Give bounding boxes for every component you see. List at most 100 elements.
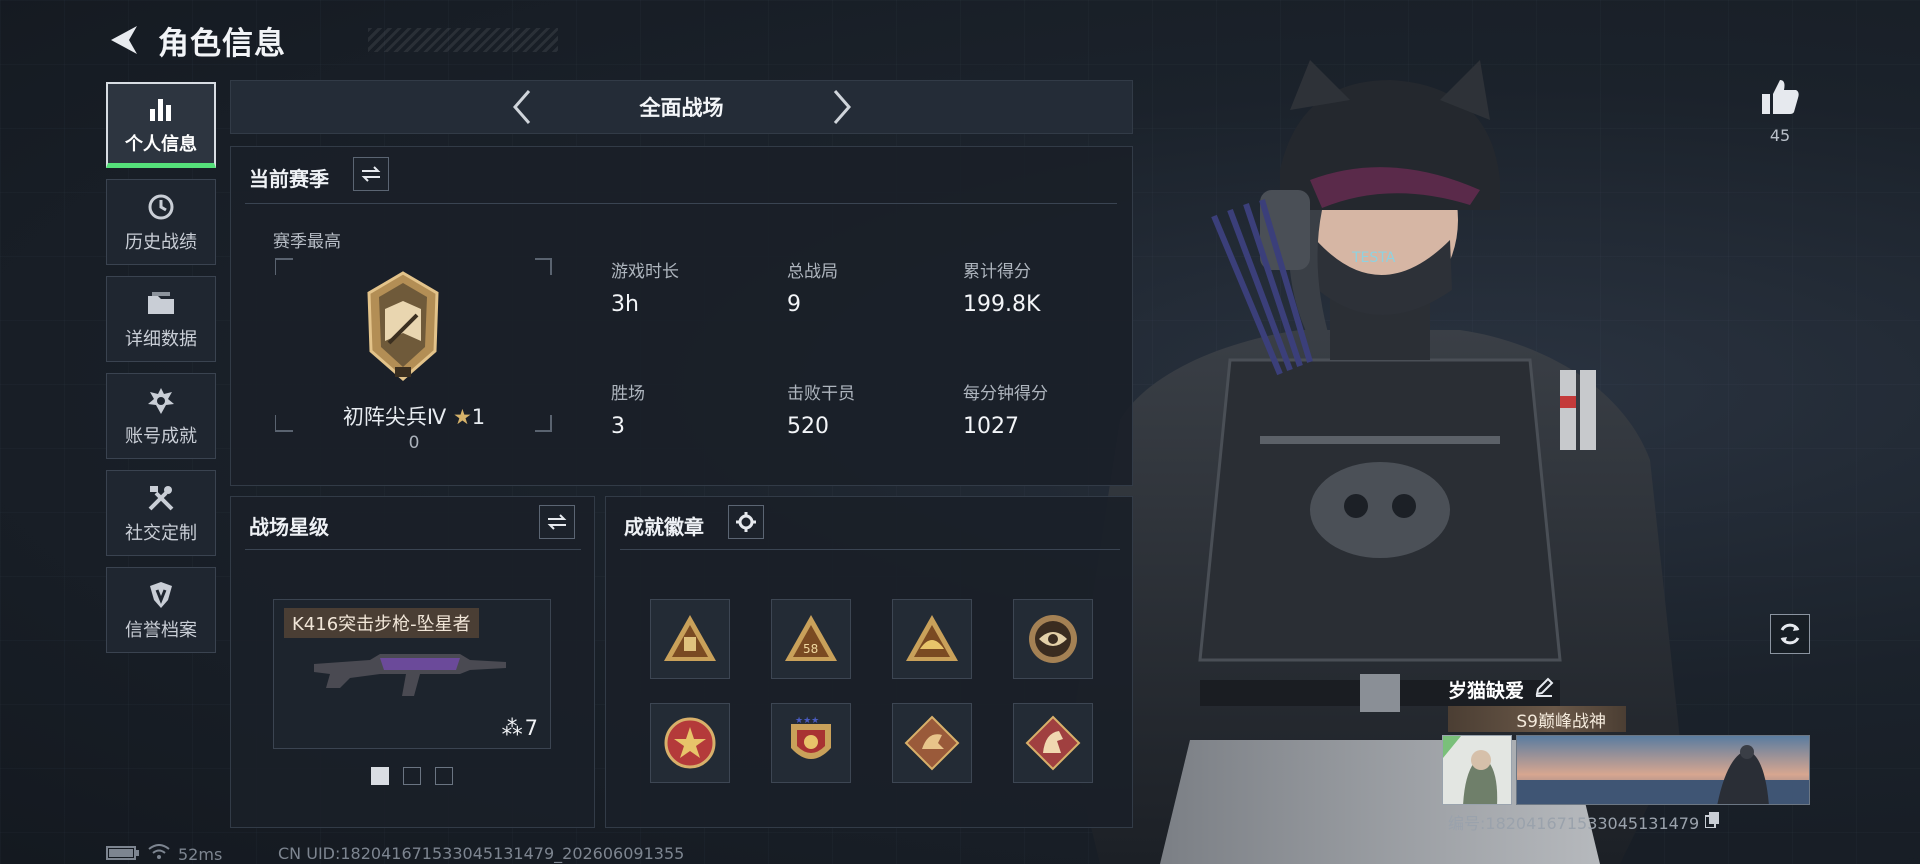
panel-separator (245, 203, 1117, 204)
sidebar-item-label: 详细数据 (125, 329, 197, 350)
folder-icon (146, 287, 176, 321)
stat-kills: 击败干员 520 (787, 379, 855, 439)
title-plate[interactable]: S9巅峰战神 (1448, 706, 1626, 732)
player-uid: 编号:182041671533045131479 (1448, 810, 1720, 834)
panel-separator (620, 549, 1120, 550)
stat-value: 3 (611, 414, 625, 439)
sidebar-item-credit[interactable]: 信誉档案 (106, 567, 216, 653)
rank-name-text: 初阵尖兵Ⅳ (342, 405, 447, 429)
achievement-badge-1[interactable] (650, 599, 730, 679)
profile-banner[interactable] (1516, 735, 1810, 805)
star-icon: ★ (452, 405, 472, 429)
battery-icon (106, 845, 140, 864)
stat-value: 9 (787, 292, 801, 317)
stat-value: 520 (787, 414, 829, 439)
bar-chart-icon (147, 92, 175, 126)
sidebar-item-label: 历史战绩 (125, 232, 197, 253)
mode-selector: 全面战场 (230, 80, 1133, 134)
season-title: 当前赛季 (249, 167, 329, 191)
ping-value: 52ms (178, 844, 223, 864)
svg-text:TESTA: TESTA (1351, 250, 1396, 266)
avatar[interactable] (1442, 735, 1512, 805)
season-best-label: 赛季最高 (273, 232, 341, 252)
stat-label: 每分钟得分 (963, 384, 1048, 404)
svg-text:★★★: ★★★ (795, 716, 819, 726)
shield-gem-icon (146, 578, 176, 612)
achievement-badge-6[interactable]: ★★★ (771, 703, 851, 783)
rank-points: 0 (408, 433, 420, 453)
rank-emblem-icon (367, 271, 439, 381)
refresh-icon[interactable] (1770, 614, 1810, 654)
chevron-left-icon[interactable] (502, 87, 542, 127)
weapon-name: K416突击步枪-坠星者 (284, 608, 479, 638)
tools-icon (146, 481, 176, 515)
wifi-icon (148, 844, 170, 864)
stat-total-score: 累计得分 199.8K (963, 257, 1040, 317)
pager-dot-1[interactable] (371, 767, 389, 785)
status-bar: 52ms (106, 844, 222, 864)
history-clock-icon (146, 190, 176, 224)
chevron-right-icon[interactable] (822, 87, 862, 127)
star-level-icon: ⁂ (501, 716, 523, 740)
stat-value: 3h (611, 292, 639, 317)
achievement-badge-2[interactable]: 58 (771, 599, 851, 679)
title-decoration (368, 28, 558, 52)
achievement-badge-4[interactable] (1013, 599, 1093, 679)
stat-play-time: 游戏时长 3h (611, 257, 679, 317)
sidebar-item-label: 信誉档案 (125, 620, 197, 641)
switch-arrows-icon[interactable] (353, 157, 389, 191)
battle-star-title: 战场星级 (249, 515, 329, 539)
achievement-badge-8[interactable] (1013, 703, 1093, 783)
stat-value: 199.8K (963, 292, 1041, 317)
stat-label: 胜场 (611, 384, 645, 404)
season-panel: 当前赛季 赛季最高 初阵尖兵Ⅳ ★1 0 游戏时长 3h 总战局 9 累计得分 … (230, 146, 1133, 486)
pager-dot-2[interactable] (403, 767, 421, 785)
stat-value: 1027 (963, 414, 1019, 439)
stat-wins: 胜场 3 (611, 379, 645, 439)
thumbs-up-icon[interactable] (1756, 78, 1804, 120)
sidebar-item-social[interactable]: 社交定制 (106, 470, 216, 556)
copy-icon[interactable] (1704, 812, 1720, 832)
switch-arrows-icon[interactable] (539, 505, 575, 539)
sidebar-item-history[interactable]: 历史战绩 (106, 179, 216, 265)
sidebar-item-label: 账号成就 (125, 426, 197, 447)
stat-label: 累计得分 (963, 262, 1031, 282)
sidebar-item-detail-data[interactable]: 详细数据 (106, 276, 216, 362)
back-arrow-icon[interactable] (106, 22, 142, 58)
pager-dot-3[interactable] (435, 767, 453, 785)
stat-label: 总战局 (787, 262, 838, 282)
like-count: 45 (1769, 126, 1791, 145)
svg-text:58: 58 (803, 642, 818, 656)
battle-star-panel: 战场星级 K416突击步枪-坠星者 ⁂ 7 (230, 496, 595, 828)
star-level: ⁂ 7 (502, 716, 538, 740)
mode-title: 全面战场 (639, 96, 724, 120)
rifle-icon (314, 654, 506, 696)
edit-pencil-icon[interactable] (1534, 677, 1554, 702)
sidebar: 个人信息 历史战绩 详细数据 账号成就 社交定制 信誉档案 (106, 82, 216, 664)
stat-label: 击败干员 (787, 384, 855, 404)
stat-total-matches: 总战局 9 (787, 257, 838, 317)
achievement-badge-7[interactable] (892, 703, 972, 783)
achievements-title: 成就徽章 (624, 515, 704, 539)
sidebar-item-personal-info[interactable]: 个人信息 (106, 82, 216, 168)
panel-separator (245, 549, 581, 550)
sidebar-item-label: 个人信息 (125, 133, 197, 155)
weapon-pager (371, 767, 453, 785)
weapon-card[interactable]: K416突击步枪-坠星者 ⁂ 7 (273, 599, 551, 749)
achievement-icon (146, 384, 176, 418)
sidebar-item-achievements[interactable]: 账号成就 (106, 373, 216, 459)
gear-icon[interactable] (728, 505, 764, 539)
achievement-badge-3[interactable] (892, 599, 972, 679)
star-level-value: 7 (524, 716, 538, 740)
rank-star-count: 1 (471, 405, 486, 429)
sidebar-item-label: 社交定制 (125, 523, 197, 544)
rank-name: 初阵尖兵Ⅳ ★1 (275, 401, 553, 431)
stat-score-per-minute: 每分钟得分 1027 (963, 379, 1048, 439)
page-header: 角色信息 (106, 18, 558, 62)
like-area: 45 (1756, 78, 1804, 145)
player-uid-text: 编号:182041671533045131479 (1448, 814, 1700, 833)
stat-label: 游戏时长 (611, 262, 679, 282)
achievement-badge-5[interactable] (650, 703, 730, 783)
cn-uid: CN UID:182041671533045131479_20260609135… (278, 844, 685, 863)
player-name: 岁猫缺爱 (1448, 676, 1554, 703)
